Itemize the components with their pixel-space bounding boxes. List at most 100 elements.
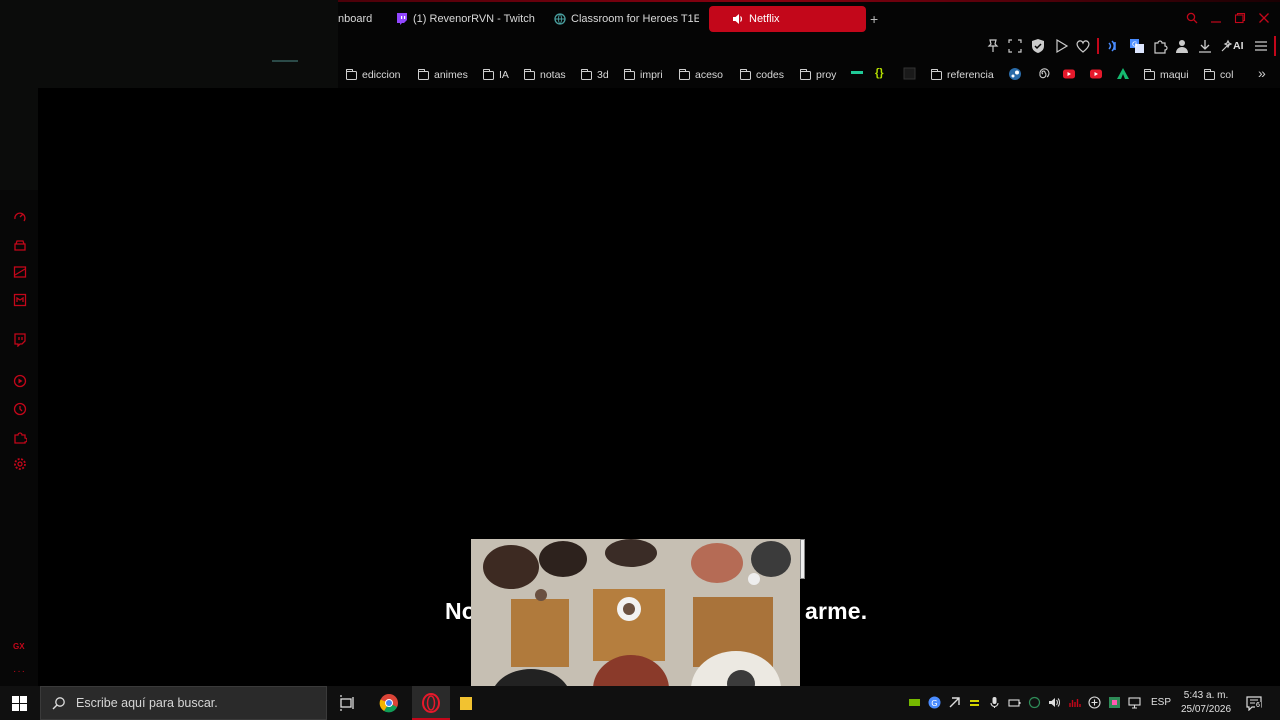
toolbar-divider [1097,38,1099,54]
clock-date: 25/07/2026 [1180,704,1232,715]
tab-bar: nboard (1) RevenorRVN - Twitch Classroom… [338,6,1280,32]
settings-gear-icon[interactable] [13,457,27,471]
tray-app-icon[interactable] [968,696,981,709]
bookmark-folder[interactable]: referencia [931,67,994,83]
nvidia-icon[interactable] [908,696,921,709]
bookmark-folder[interactable]: aceso [679,67,723,83]
folder-icon [931,68,942,80]
clock-time: 5:43 a. m. [1183,690,1229,701]
new-tab-button[interactable]: + [870,6,884,32]
bookmark-label: codes [756,69,785,81]
play-icon[interactable] [1053,38,1069,54]
speed-dial-icon[interactable] [13,210,27,224]
tab-twitch[interactable]: (1) RevenorRVN - Twitch [396,6,546,32]
minimize-icon[interactable] [1210,12,1222,24]
folder-icon [740,68,751,80]
youtube-icon[interactable] [1062,67,1076,81]
bookmark-label: IA [499,69,509,81]
bookmark-folder[interactable]: maqui [1144,67,1189,83]
translate-icon[interactable]: G [1129,38,1145,54]
twitch-icon[interactable] [13,333,27,347]
tab-dashboard[interactable]: nboard [338,6,378,32]
tab-label: nboard [338,13,373,25]
artstation-icon[interactable] [1116,67,1130,81]
bookmark-label: animes [434,69,468,81]
braces-icon[interactable]: {} [875,67,884,79]
bookmark-folder[interactable]: codes [740,67,784,83]
bookmark-label: maqui [1160,69,1189,81]
folder-icon [679,68,690,80]
snapshot-icon[interactable] [1007,38,1023,54]
audio-meter-icon[interactable] [1068,696,1081,709]
taskbar-search-box[interactable]: Escribe aquí para buscar. [40,686,327,720]
ai-label[interactable]: AI [1233,40,1244,52]
youtube-icon[interactable] [1089,67,1103,81]
volume-icon[interactable] [1048,696,1061,709]
audio-extension-icon[interactable] [1106,38,1122,54]
language-indicator[interactable]: ESP [1151,697,1171,708]
svg-text:G: G [1132,41,1137,49]
menu-icon[interactable] [1253,38,1269,54]
folder-icon [418,68,429,80]
bookmark-label: aceso [695,69,724,81]
close-icon[interactable] [1258,12,1270,24]
taskbar-clock[interactable]: 5:43 a. m. 25/07/2026 [1176,689,1236,717]
search-icon[interactable] [1186,12,1198,24]
store-icon[interactable] [13,238,27,252]
shield-icon[interactable] [1030,38,1046,54]
steam-icon[interactable] [1008,67,1022,81]
bookmark-folder[interactable]: proy [800,67,836,83]
extensions-icon[interactable] [13,430,27,444]
chrome-icon[interactable] [379,693,399,713]
history-icon[interactable] [13,402,27,416]
spiral-icon[interactable] [1036,67,1050,81]
file-explorer-icon[interactable] [458,693,472,713]
folder-icon [1204,68,1215,80]
notification-count: 6 [1255,702,1261,709]
notification-center-button[interactable]: 6 [1246,695,1262,712]
battery-icon[interactable] [1008,696,1021,709]
gaming-icon[interactable] [13,265,27,279]
blank-page-icon[interactable] [903,67,916,80]
player-icon[interactable] [13,293,27,307]
bookmark-folder[interactable]: 3d [581,67,609,83]
bookmark-folder[interactable]: impri [624,67,663,83]
microphone-icon[interactable] [988,696,1001,709]
maximize-icon[interactable] [1234,12,1246,24]
bookmark-folder[interactable]: col [1204,67,1233,83]
bookmark-label: notas [540,69,566,81]
more-icon[interactable]: ··· [13,666,26,677]
pin-icon[interactable] [985,38,1001,54]
heart-icon[interactable] [1075,38,1091,54]
play-circle-icon[interactable] [13,374,27,388]
bookmark-bar-icon[interactable] [851,69,863,77]
steam-tray-icon[interactable] [948,696,961,709]
bookmark-label: impri [640,69,663,81]
globe-tray-icon[interactable] [1028,696,1041,709]
gx-logo[interactable]: GX [13,642,25,651]
folder-icon [346,68,357,80]
search-placeholder: Escribe aquí para buscar. [76,696,218,710]
download-icon[interactable] [1197,38,1213,54]
bookmark-folder[interactable]: IA [483,67,509,83]
extensions-icon[interactable] [1152,38,1168,54]
twitch-icon [396,13,408,25]
thumbnail-scrollbar[interactable] [800,539,805,579]
bookmark-folder[interactable]: notas [524,67,566,83]
tab-netflix[interactable]: Netflix [709,6,866,32]
windows-start-icon[interactable] [12,696,27,711]
tab-classroom[interactable]: Classroom for Heroes T1E0 [554,6,699,32]
bookmark-folder[interactable]: animes [418,67,468,83]
bookmarks-overflow-icon[interactable]: » [1258,65,1266,81]
tray-app-icon[interactable] [1108,696,1121,709]
bookmark-label: referencia [947,69,994,81]
tab-label: Classroom for Heroes T1E0 [571,13,699,25]
bookmark-folder[interactable]: ediccion [346,67,401,83]
bookmark-label: proy [816,69,837,81]
profile-icon[interactable] [1174,38,1190,54]
google-drive-icon[interactable]: G [928,696,941,709]
opera-gx-taskbar-button[interactable] [412,686,450,720]
network-icon[interactable] [1128,696,1141,709]
task-view-icon[interactable] [337,693,357,713]
tray-app-icon[interactable] [1088,696,1101,709]
